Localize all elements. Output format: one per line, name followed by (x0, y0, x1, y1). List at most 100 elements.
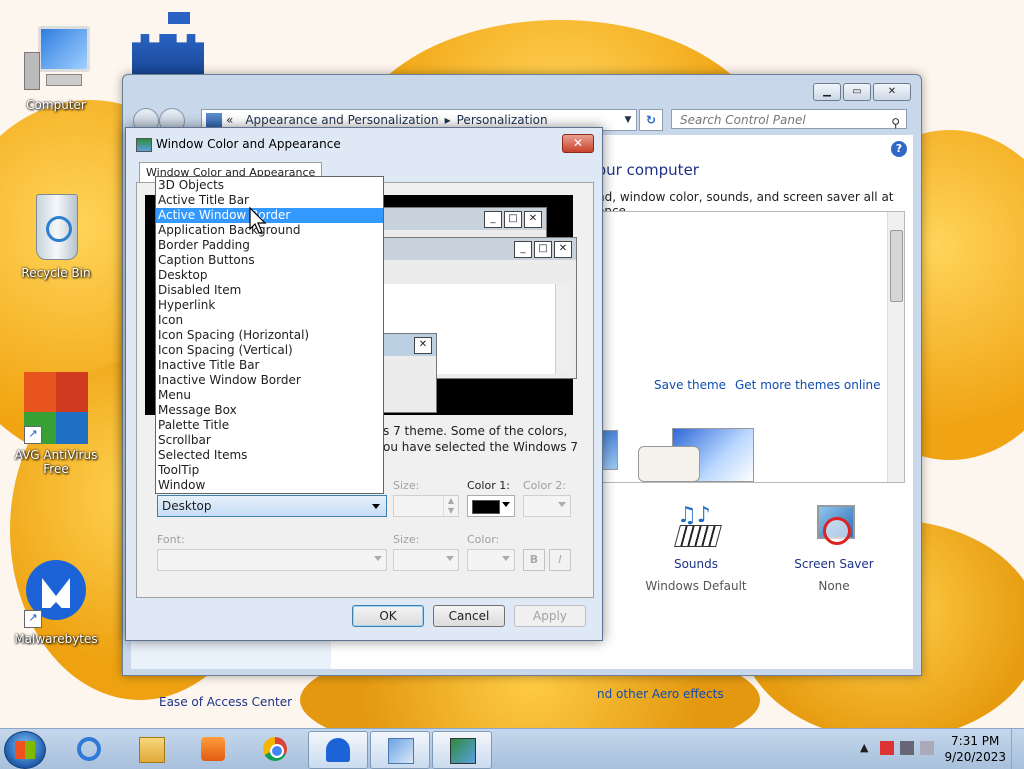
help-icon[interactable]: ? (891, 141, 907, 157)
control-panel-icon (388, 738, 414, 764)
item-size-stepper[interactable]: ▲ ▼ (393, 495, 459, 517)
save-theme-link[interactable]: Save theme (654, 378, 726, 392)
dialog-title: Window Color and Appearance (156, 137, 341, 151)
bold-button[interactable]: B (523, 549, 545, 571)
taskbar-personalization[interactable] (432, 731, 492, 769)
desktop-icon-avg[interactable]: ↗ AVG AntiVirus Free (8, 372, 104, 476)
dropdown-option[interactable]: Hyperlink (156, 298, 383, 313)
chevron-right-icon: ▸ (444, 113, 451, 127)
start-button[interactable] (4, 731, 46, 769)
close-icon: ✕ (414, 337, 432, 354)
show-hidden-icons-icon[interactable]: ▲ (860, 741, 874, 755)
desktop-icon-computer[interactable]: Computer (8, 22, 104, 112)
theme-thumbnails[interactable] (596, 422, 758, 482)
search-input[interactable]: Search Control Panel ⚲ (671, 109, 907, 130)
minimize-button[interactable]: ▁ (813, 83, 841, 101)
dropdown-option[interactable]: Caption Buttons (156, 253, 383, 268)
color1-picker[interactable] (467, 495, 515, 517)
dropdown-option[interactable]: Desktop (156, 268, 383, 283)
chevron-down-icon (558, 502, 566, 507)
windows-logo-icon (15, 741, 35, 759)
dropdown-option[interactable]: Inactive Title Bar (156, 358, 383, 373)
dropdown-option[interactable]: Scrollbar (156, 433, 383, 448)
dropdown-option[interactable]: Icon (156, 313, 383, 328)
dropdown-option[interactable]: Menu (156, 388, 383, 403)
shortcut-arrow-icon: ↗ (24, 610, 42, 628)
italic-button[interactable]: I (549, 549, 571, 571)
dropdown-option[interactable]: Message Box (156, 403, 383, 418)
taskbar-ie[interactable] (60, 731, 118, 767)
volume-muted-icon[interactable] (920, 741, 934, 755)
media-player-icon (201, 737, 225, 761)
theme-list[interactable]: Save theme Get more themes online (596, 211, 905, 483)
ease-of-access-link[interactable]: Ease of Access Center (159, 695, 292, 709)
dropdown-option[interactable]: Palette Title (156, 418, 383, 433)
dropdown-option[interactable]: Inactive Window Border (156, 373, 383, 388)
castle-icon[interactable] (128, 12, 208, 76)
aero-effects-link[interactable]: nd other Aero effects (597, 687, 724, 701)
malwarebytes-taskbar-icon (326, 738, 350, 762)
breadcrumb-personalization[interactable]: Personalization (457, 113, 548, 127)
taskbar-media-player[interactable] (184, 731, 242, 767)
dropdown-option[interactable]: ToolTip (156, 463, 383, 478)
internet-explorer-icon (77, 737, 101, 761)
mouse-cursor-icon (249, 207, 267, 234)
close-icon: ✕ (524, 211, 542, 228)
dropdown-option[interactable]: Icon Spacing (Vertical) (156, 343, 383, 358)
dropdown-option[interactable]: 3D Objects (156, 178, 383, 193)
taskbar-chrome[interactable] (246, 731, 304, 767)
network-icon[interactable] (900, 741, 914, 755)
dropdown-option[interactable]: Window (156, 478, 383, 493)
ok-button[interactable]: OK (352, 605, 424, 627)
action-center-flag-icon[interactable] (880, 741, 894, 755)
maximize-icon: □ (504, 211, 522, 228)
breadcrumb-appearance[interactable]: Appearance and Personalization (245, 113, 438, 127)
screen-saver-item[interactable]: Screen Saver None (779, 503, 889, 593)
dropdown-option[interactable]: Icon Spacing (Horizontal) (156, 328, 383, 343)
dropdown-option[interactable]: Active Title Bar (156, 193, 383, 208)
apply-button[interactable]: Apply (514, 605, 586, 627)
font-color-picker[interactable] (467, 549, 515, 571)
computer-icon (24, 22, 90, 94)
taskbar: ▲ 7:31 PM 9/20/2023 (0, 728, 1024, 769)
clock[interactable]: 7:31 PM 9/20/2023 (944, 733, 1006, 765)
desktop-icon-malwarebytes[interactable]: ↗ Malwarebytes (8, 556, 104, 646)
chrome-icon (263, 737, 287, 761)
avg-antivirus-icon: ↗ (24, 372, 88, 444)
chevron-down-icon (372, 504, 380, 509)
show-desktop-button[interactable] (1011, 729, 1024, 769)
page-title: our computer (597, 161, 699, 179)
color1-swatch (472, 500, 500, 514)
color2-picker[interactable] (523, 495, 571, 517)
theme-scrollbar[interactable] (887, 212, 904, 482)
description-text: s 7 theme. Some of the colors, ou have s… (383, 424, 579, 454)
cancel-button[interactable]: Cancel (433, 605, 505, 627)
shortcut-arrow-icon: ↗ (24, 426, 42, 444)
dropdown-option[interactable]: Disabled Item (156, 283, 383, 298)
file-explorer-icon (139, 737, 165, 763)
refresh-button[interactable]: ↻ (639, 109, 663, 131)
desktop-icon-recycle-bin[interactable]: Recycle Bin (8, 190, 104, 280)
control-panel-icon (206, 113, 222, 127)
dialog-app-icon (136, 138, 152, 152)
screen-saver-icon (809, 503, 859, 553)
font-size-select[interactable] (393, 549, 459, 571)
chevron-down-icon[interactable]: ▼ (620, 115, 636, 125)
sounds-item[interactable]: ♫♪ Sounds Windows Default (641, 503, 751, 593)
dropdown-option[interactable]: Selected Items (156, 448, 383, 463)
maximize-icon: □ (534, 241, 552, 258)
taskbar-malwarebytes[interactable] (308, 731, 368, 769)
recycle-bin-icon (24, 190, 88, 262)
personalization-icon (450, 738, 476, 764)
close-button[interactable]: ✕ (873, 83, 911, 101)
close-icon: ✕ (554, 241, 572, 258)
search-icon: ⚲ (891, 116, 900, 130)
item-select[interactable]: Desktop (157, 495, 387, 517)
taskbar-explorer[interactable] (122, 731, 180, 767)
dialog-close-button[interactable]: ✕ (562, 134, 594, 153)
get-more-themes-link[interactable]: Get more themes online (735, 378, 881, 392)
font-select[interactable] (157, 549, 387, 571)
taskbar-control-panel[interactable] (370, 731, 430, 769)
maximize-button[interactable]: ▭ (843, 83, 871, 101)
dropdown-option[interactable]: Border Padding (156, 238, 383, 253)
